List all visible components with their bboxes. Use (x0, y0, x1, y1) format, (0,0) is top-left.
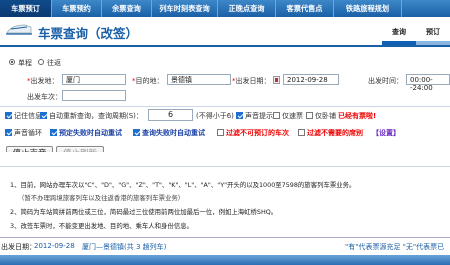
tab-agency-points[interactable]: 客票代售点 (276, 0, 334, 17)
tab-ticket-booking[interactable]: 车票预订 (0, 0, 52, 17)
book-retry-checkbox[interactable] (50, 129, 57, 136)
only-express-checkbox[interactable] (273, 112, 280, 119)
to-label: *目的地： (132, 77, 164, 85)
availability-legend: "有"代表票源充足 "无"代表票已 (345, 243, 445, 251)
filter-seat-class-checkbox[interactable] (298, 129, 305, 136)
results-table-header (0, 255, 450, 265)
result-date-label: 出发日期： (1, 243, 36, 251)
train-number-label: 出发车次： (27, 93, 62, 101)
query-retry-checkbox[interactable] (133, 129, 140, 136)
auto-requery-label: 自动重新查询，查询周期(S)： (49, 112, 143, 120)
period-input[interactable]: 6 (148, 109, 193, 121)
sound-loop-checkbox[interactable] (5, 129, 12, 136)
tab-remaining-tickets[interactable]: 余票查询 (102, 0, 152, 17)
to-station-input[interactable]: 景德镇 (167, 74, 231, 85)
notice-divider (0, 166, 450, 167)
form-divider (0, 106, 450, 107)
sound-alert-label: 声音提示 (245, 112, 273, 120)
round-trip-radio[interactable] (38, 59, 44, 65)
sound-loop-label: 声音循环 (14, 129, 42, 137)
page-header: 车票查询（改签） 查询 预订 (0, 17, 450, 46)
from-station-input[interactable]: 厦门 (62, 74, 126, 85)
tickets-available-hint: 已经有票啦! (338, 112, 377, 120)
period-hint: (不得小于6) (196, 112, 234, 120)
remember-label: 记住信息 (14, 112, 42, 120)
stage-query: 查询 (392, 28, 406, 36)
notice-item: （暂不办理跨境旅客列车以及往返香港的旅客列车票业务） (18, 194, 185, 202)
filter-seat-class-label: 过滤不需要的席别 (307, 129, 363, 137)
settings-link[interactable]: 【设置】 (372, 128, 400, 138)
date-label-text: 出发日期： (235, 77, 271, 85)
only-sleeper-checkbox[interactable] (306, 112, 313, 119)
filter-unbookable-label: 过滤不可预订的车次 (226, 129, 289, 137)
one-way-label: 单程 (18, 59, 32, 67)
one-way-radio[interactable] (9, 59, 15, 65)
train-number-input[interactable] (62, 90, 126, 101)
sound-alert-checkbox[interactable] (236, 112, 243, 119)
time-label: 出发时间： (368, 77, 403, 85)
only-sleeper-label: 仅卧铺 (315, 112, 336, 120)
time-range-select[interactable]: 00:00--24:00 (406, 74, 450, 92)
book-retry-label: 预定失败时自动重试 (59, 129, 122, 137)
notice-item: 2、简码为车站简拼前两位或三位，简码最过三位使用前两位加最后一位，例如上海虹桥S… (10, 208, 278, 216)
result-summary-bar: 出发日期： 2012-09-28 厦门—景德镇(共 3 趟列车) "有"代表票源… (0, 237, 450, 254)
train-icon (6, 24, 32, 35)
stage-book: 预订 (426, 28, 440, 36)
to-label-text: 目的地： (135, 77, 164, 85)
only-express-label: 仅速票 (282, 112, 303, 120)
top-nav: 车票预订 车票预约 余票查询 列车时刻表查询 正晚点查询 客票代售点 铁路旅程规… (0, 0, 450, 17)
stage-tabs: 查询 预订 (382, 25, 450, 39)
header-divider (0, 45, 450, 47)
round-trip-label: 往返 (47, 59, 61, 67)
notice-item: 3、改签车票时，不能变更出发地、目的地、乘车人和身份信息。 (10, 222, 194, 230)
notice-panel: 1、目前，网站办理车次以"C"、"D"、"G"、"Z"、"T"、"K"、"L"、… (0, 152, 450, 237)
query-form: 单程 往返 *出发地： 厦门 *目的地： 景德镇 *出发日期： 2012-09-… (0, 48, 450, 163)
from-label-text: 出发地： (30, 77, 59, 85)
time-range-value: 00:00--24:00 (410, 76, 433, 92)
remember-checkbox[interactable] (5, 112, 12, 119)
tab-ticket-reservation[interactable]: 车票预约 (52, 0, 102, 17)
tab-travel-planning[interactable]: 铁路旅程规划 (334, 0, 402, 17)
date-input[interactable]: 2012-09-28 (283, 74, 339, 85)
auto-requery-checkbox[interactable] (40, 112, 47, 119)
date-label: *出发日期： (232, 77, 271, 85)
filter-unbookable-checkbox[interactable] (217, 129, 224, 136)
tab-timetable[interactable]: 列车时刻表查询 (152, 0, 218, 17)
query-retry-label: 查询失败时自动重试 (142, 129, 205, 137)
result-date: 2012-09-28 (34, 242, 75, 250)
page-title: 车票查询（改签） (38, 26, 139, 41)
calendar-icon[interactable] (273, 76, 280, 84)
tab-delay-query[interactable]: 正晚点查询 (218, 0, 276, 17)
from-label: *出发地： (27, 77, 59, 85)
notice-item: 1、目前，网站办理车次以"C"、"D"、"G"、"Z"、"T"、"K"、"L"、… (10, 181, 356, 189)
result-route: 厦门—景德镇(共 3 趟列车) (82, 243, 167, 251)
